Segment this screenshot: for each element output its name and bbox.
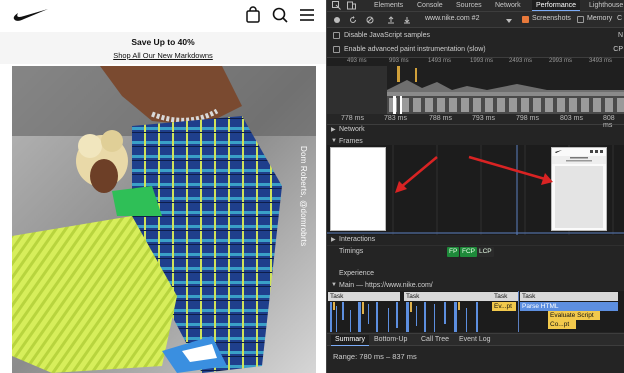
option-right-label: N <box>617 32 623 39</box>
fp-badge[interactable]: FP <box>447 247 460 257</box>
overview-tick: 1993 ms <box>470 58 494 64</box>
expand-arrow-icon[interactable]: ▶ <box>331 126 336 133</box>
recording-select[interactable]: www.nike.com #2 <box>425 15 479 22</box>
record-icon[interactable] <box>333 16 341 24</box>
main-thread-track[interactable]: Task Task Task Task Ev...pt Parse HTML E… <box>327 291 624 332</box>
tab-console[interactable]: Console <box>417 0 443 11</box>
network-track-header[interactable]: ▶ Network <box>327 126 624 136</box>
ruler-tick: 803 ms <box>560 115 583 122</box>
site-header <box>0 0 326 32</box>
reload-record-icon[interactable] <box>349 16 357 24</box>
expand-arrow-icon[interactable]: ▶ <box>331 236 336 243</box>
upload-icon[interactable] <box>387 16 395 24</box>
frames-track-label: Frames <box>339 138 363 145</box>
toolbar-overflow-label: C <box>617 15 623 22</box>
evaluate-script-short-bar[interactable]: Ev...pt <box>492 302 516 311</box>
promo-headline: Save Up to 40% <box>131 37 195 47</box>
tab-performance[interactable]: Performance <box>532 0 581 11</box>
range-summary: Range: 780 ms – 837 ms <box>333 352 417 361</box>
option-right-label: CP <box>613 46 623 53</box>
tab-call-tree[interactable]: Call Tree <box>421 335 449 346</box>
task-bar[interactable]: Task <box>520 292 618 301</box>
nike-logo[interactable] <box>12 7 50 23</box>
tab-summary[interactable]: Summary <box>331 335 369 346</box>
disable-js-samples-checkbox[interactable] <box>333 32 340 39</box>
ruler-tick: 793 ms <box>472 115 495 122</box>
option-disable-js-samples: Disable JavaScript samples N <box>327 29 624 43</box>
advanced-paint-label: Enable advanced paint instrumentation (s… <box>344 46 486 53</box>
chevron-down-icon[interactable] <box>505 17 513 25</box>
selection-boundary <box>518 291 519 332</box>
clear-icon[interactable] <box>366 16 374 24</box>
ruler-tick: 788 ms <box>429 115 452 122</box>
bag-icon[interactable] <box>244 6 262 24</box>
details-tabbar: Summary Bottom-Up Call Tree Event Log <box>327 333 624 346</box>
overview-tick: 493 ms <box>347 58 367 64</box>
tab-elements[interactable]: Elements <box>374 0 403 11</box>
fcp-badge[interactable]: FCP <box>460 247 477 257</box>
hero-credit: Dom Roberts, @domrobrts <box>299 146 308 247</box>
frames-track[interactable] <box>327 145 624 235</box>
timeline-overview[interactable]: 493 ms 993 ms 1493 ms 1993 ms 2493 ms 29… <box>327 58 624 114</box>
download-icon[interactable] <box>403 16 411 24</box>
tab-bottom-up[interactable]: Bottom-Up <box>374 335 407 346</box>
screenshots-label: Screenshots <box>532 15 571 22</box>
annotation-arrows <box>395 155 553 193</box>
ruler-tick: 783 ms <box>384 115 407 122</box>
overview-tick: 2993 ms <box>549 58 573 64</box>
collapse-arrow-icon[interactable]: ▼ <box>331 282 337 288</box>
time-ruler[interactable]: 778 ms 783 ms 788 ms 793 ms 798 ms 803 m… <box>327 114 624 129</box>
task-bar[interactable]: Task <box>404 292 494 301</box>
tab-lighthouse[interactable]: Lighthouse <box>589 0 623 11</box>
search-icon[interactable] <box>271 6 289 24</box>
hero-image[interactable]: Dom Roberts, @domrobrts <box>12 66 316 373</box>
parse-html-bar[interactable]: Parse HTML <box>520 302 618 311</box>
main-thread-label: Main — https://www.nike.com/ <box>339 282 433 289</box>
memory-checkbox[interactable] <box>577 16 584 23</box>
overview-tick: 1493 ms <box>428 58 452 64</box>
overview-tick: 993 ms <box>389 58 409 64</box>
inspect-element-icon[interactable] <box>332 1 341 10</box>
evaluate-script-bar[interactable]: Evaluate Script <box>548 311 600 320</box>
memory-label: Memory <box>587 15 613 22</box>
performance-toolbar: www.nike.com #2 Screenshots Memory C <box>327 12 624 28</box>
promo-link[interactable]: Shop All Our New Markdowns <box>0 51 326 60</box>
ruler-tick: 798 ms <box>516 115 539 122</box>
nike-page: Save Up to 40% Shop All Our New Markdown… <box>0 0 326 373</box>
task-bar[interactable]: Task <box>492 292 518 301</box>
timings-track-label: Timings <box>339 248 364 255</box>
tab-network[interactable]: Network <box>495 0 521 11</box>
device-toolbar-icon[interactable] <box>347 1 356 10</box>
screenshot-root: Save Up to 40% Shop All Our New Markdown… <box>0 0 624 373</box>
menu-icon[interactable] <box>298 6 316 24</box>
overview-graph <box>327 66 624 114</box>
overview-tick: 2493 ms <box>509 58 533 64</box>
tab-sources[interactable]: Sources <box>456 0 482 11</box>
disable-js-samples-label: Disable JavaScript samples <box>344 32 430 39</box>
collapse-arrow-icon[interactable]: ▼ <box>331 138 337 144</box>
advanced-paint-checkbox[interactable] <box>333 46 340 53</box>
option-advanced-paint: Enable advanced paint instrumentation (s… <box>327 43 624 57</box>
compile-script-bar[interactable]: Co...pt <box>548 320 576 329</box>
flame-chart-stripes <box>330 302 478 332</box>
overview-tick: 3493 ms <box>589 58 613 64</box>
hero-photo <box>12 66 316 373</box>
screenshots-checkbox[interactable] <box>522 16 529 23</box>
network-track-label: Network <box>339 126 365 133</box>
interactions-track-label: Interactions <box>339 236 376 243</box>
devtools-tabbar: Elements Console Sources Network Perform… <box>327 0 624 12</box>
promo-banner: Save Up to 40% Shop All Our New Markdown… <box>0 32 326 64</box>
experience-track-label: Experience <box>339 270 375 277</box>
task-bar[interactable]: Task <box>328 292 400 301</box>
devtools-panel: Elements Console Sources Network Perform… <box>326 0 624 373</box>
ruler-tick: 778 ms <box>341 115 364 122</box>
timings-track: Timings FP FCP LCP <box>327 246 624 266</box>
lcp-badge[interactable]: LCP <box>477 247 494 257</box>
tab-event-log[interactable]: Event Log <box>459 335 491 346</box>
